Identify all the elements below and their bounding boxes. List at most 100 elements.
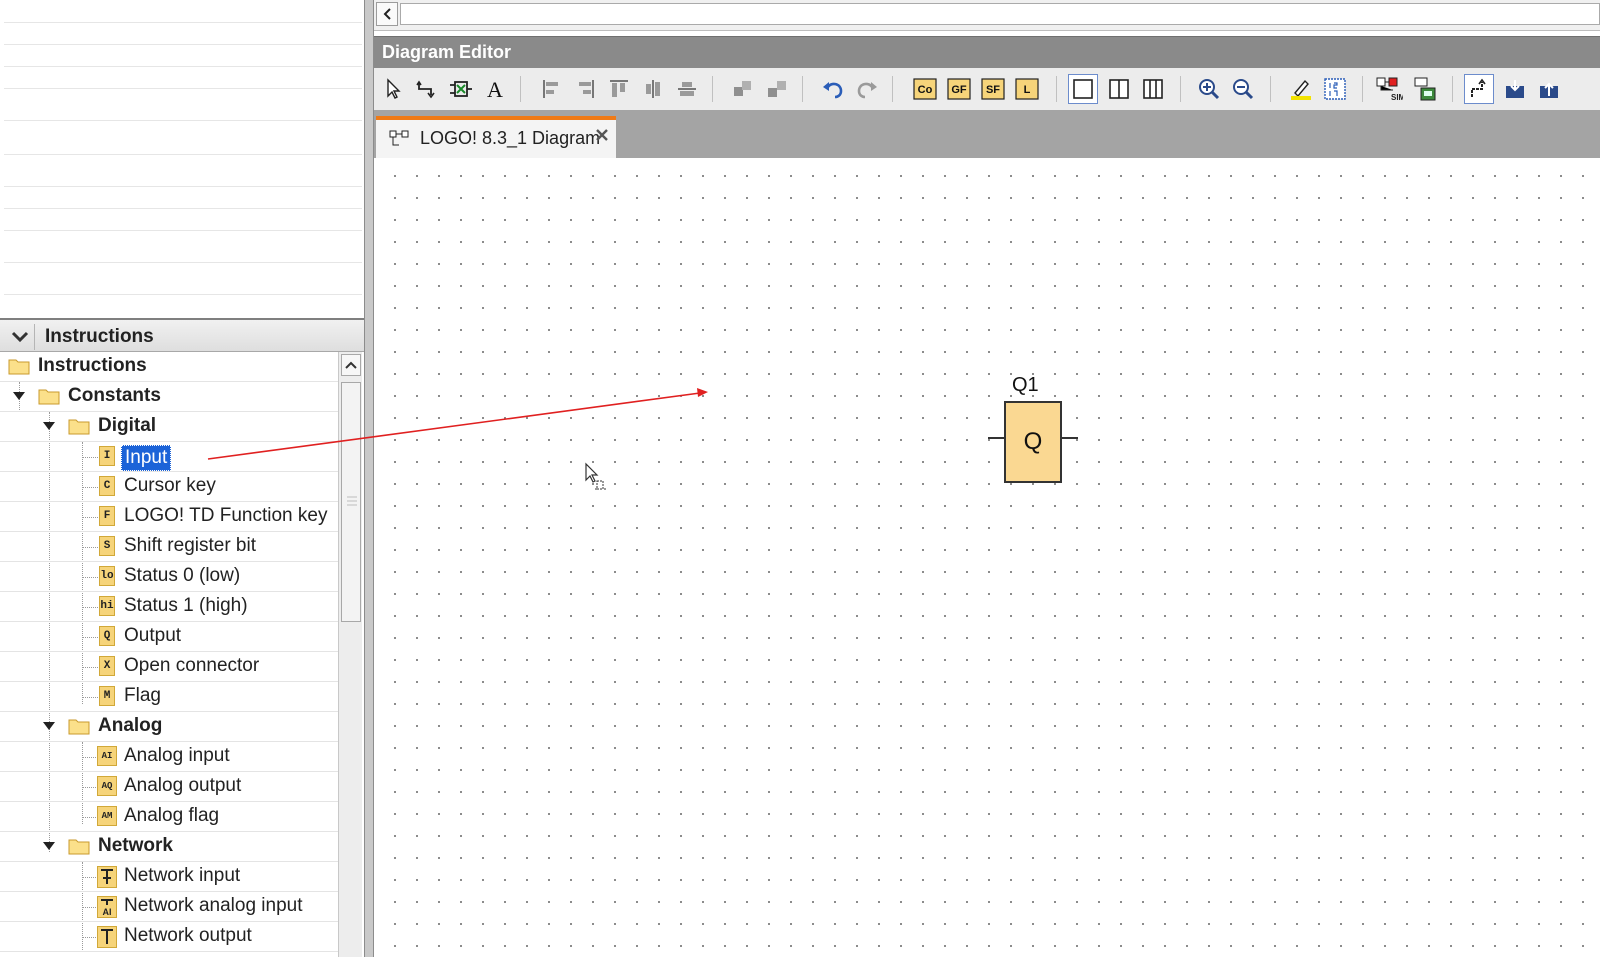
- align-center-h-button[interactable]: [672, 74, 702, 104]
- tree-item-label: Analog flag: [124, 805, 220, 826]
- expand-arrow-icon[interactable]: [43, 722, 55, 730]
- status-high-icon: hi: [99, 596, 115, 616]
- expand-arrow-icon[interactable]: [43, 842, 55, 850]
- align-top-button[interactable]: [604, 74, 634, 104]
- tree-item-analog[interactable]: Analog: [0, 712, 338, 742]
- input-block-icon: I: [99, 446, 115, 466]
- align-right-button[interactable]: [570, 74, 600, 104]
- redo-button[interactable]: [852, 74, 882, 104]
- block-output-pin[interactable]: [1060, 437, 1078, 439]
- tree-item-label: Network analog input: [124, 895, 303, 916]
- online-test-button[interactable]: [1410, 74, 1440, 104]
- l-icon: L: [1015, 78, 1039, 100]
- status-low-icon: lo: [99, 566, 115, 586]
- project-tree-panel: [0, 0, 365, 318]
- l-button[interactable]: L: [1012, 74, 1042, 104]
- simulation-button[interactable]: SIM: [1374, 74, 1404, 104]
- tree-item-input[interactable]: I Input: [0, 442, 338, 472]
- numbering-button[interactable]: [1320, 74, 1350, 104]
- split-three-button[interactable]: [1138, 74, 1168, 104]
- tree-item-function-key[interactable]: F LOGO! TD Function key: [0, 502, 338, 532]
- tree-item-label: Digital: [98, 415, 157, 436]
- sf-button-label: SF: [986, 84, 1000, 96]
- tree-item-label: Analog: [98, 715, 163, 736]
- gf-button[interactable]: GF: [944, 74, 974, 104]
- tree-item-status-low[interactable]: lo Status 0 (low): [0, 562, 338, 592]
- network-analog-input-icon: AI: [97, 896, 117, 918]
- folder-icon: [38, 389, 60, 405]
- align-center-v-button[interactable]: [638, 74, 668, 104]
- upload-button[interactable]: [1534, 74, 1564, 104]
- zoom-out-button[interactable]: [1228, 74, 1258, 104]
- panel-splitter[interactable]: [364, 0, 374, 957]
- tree-item-flag[interactable]: M Flag: [0, 682, 338, 712]
- undo-button[interactable]: [818, 74, 848, 104]
- align-left-button[interactable]: [536, 74, 566, 104]
- tab-logo-diagram[interactable]: LOGO! 8.3_1 Diagram: [376, 116, 616, 158]
- tree-item-label: Flag: [124, 685, 161, 706]
- download-button[interactable]: [1500, 74, 1530, 104]
- analog-output-icon: AQ: [97, 776, 117, 796]
- tree-item-constants[interactable]: Constants: [0, 382, 338, 412]
- tree-item-analog-input[interactable]: AI Analog input: [0, 742, 338, 772]
- tree-item-network-analog-input[interactable]: AI Network analog input: [0, 892, 338, 922]
- function-key-icon: F: [99, 506, 115, 526]
- block-name-label: Q1: [1012, 374, 1039, 396]
- output-block-q1[interactable]: Q: [1004, 401, 1062, 483]
- close-icon[interactable]: [594, 127, 610, 143]
- select-tool-button[interactable]: [378, 74, 408, 104]
- single-view-button[interactable]: [1068, 74, 1098, 104]
- tree-item-digital[interactable]: Digital: [0, 412, 338, 442]
- tree-item-label: Instructions: [38, 355, 147, 376]
- co-button[interactable]: Co: [910, 74, 940, 104]
- tree-item-shift-register-bit[interactable]: S Shift register bit: [0, 532, 338, 562]
- sf-icon: SF: [981, 78, 1005, 100]
- highlight-button[interactable]: [1286, 74, 1316, 104]
- block-numbering-icon: [1324, 78, 1346, 100]
- scroll-track[interactable]: [400, 3, 1600, 25]
- align-center-vertical-icon: [646, 80, 660, 98]
- co-button-label: Co: [918, 84, 933, 96]
- tree-scrollbar[interactable]: [338, 352, 362, 957]
- svg-text:A: A: [487, 78, 503, 100]
- diagram-canvas[interactable]: Q1 Q: [374, 158, 1600, 957]
- analog-flag-icon: AM: [97, 806, 117, 826]
- tree-item-network-output[interactable]: Network output: [0, 922, 338, 952]
- connect-tool-button[interactable]: [412, 74, 442, 104]
- ungroup-button[interactable]: [762, 74, 792, 104]
- scroll-up-button[interactable]: [341, 354, 361, 376]
- tree-item-analog-flag[interactable]: AM Analog flag: [0, 802, 338, 832]
- collapse-panel-button[interactable]: [6, 324, 35, 350]
- shift-register-icon: S: [99, 536, 115, 556]
- two-pane-icon: [1109, 79, 1129, 99]
- tree-item-network-input[interactable]: Network input: [0, 862, 338, 892]
- text-tool-button[interactable]: A: [480, 74, 510, 104]
- tree-item-open-connector[interactable]: X Open connector: [0, 652, 338, 682]
- tree-item-status-high[interactable]: hi Status 1 (high): [0, 592, 338, 622]
- scroll-thumb[interactable]: [341, 382, 361, 622]
- expand-arrow-icon[interactable]: [43, 422, 55, 430]
- split-two-button[interactable]: [1104, 74, 1134, 104]
- folder-icon: [68, 419, 90, 435]
- tree-item-output[interactable]: Q Output: [0, 622, 338, 652]
- tree-item-label: Open connector: [124, 655, 260, 676]
- align-right-icon: [579, 80, 594, 98]
- expand-arrow-icon[interactable]: [13, 392, 25, 400]
- diagram-editor-titlebar: Diagram Editor: [374, 36, 1600, 69]
- block-tool-button[interactable]: [446, 74, 476, 104]
- top-scrollbar[interactable]: [374, 0, 1600, 31]
- drag-cursor-icon: [585, 462, 606, 490]
- group-button[interactable]: [728, 74, 758, 104]
- sf-button[interactable]: SF: [978, 74, 1008, 104]
- tree-item-cursor-key[interactable]: C Cursor key: [0, 472, 338, 502]
- tree-item-label: Analog input: [124, 745, 230, 766]
- route-connectors-button[interactable]: [1464, 74, 1494, 104]
- block-symbol: Q: [1023, 428, 1043, 455]
- tree-item-analog-output[interactable]: AQ Analog output: [0, 772, 338, 802]
- scroll-left-button[interactable]: [376, 2, 398, 26]
- tree-item-instructions[interactable]: Instructions: [0, 352, 338, 382]
- group-icon: [734, 81, 751, 96]
- network-input-icon: [97, 866, 117, 888]
- zoom-in-button[interactable]: [1194, 74, 1224, 104]
- tree-item-network[interactable]: Network: [0, 832, 338, 862]
